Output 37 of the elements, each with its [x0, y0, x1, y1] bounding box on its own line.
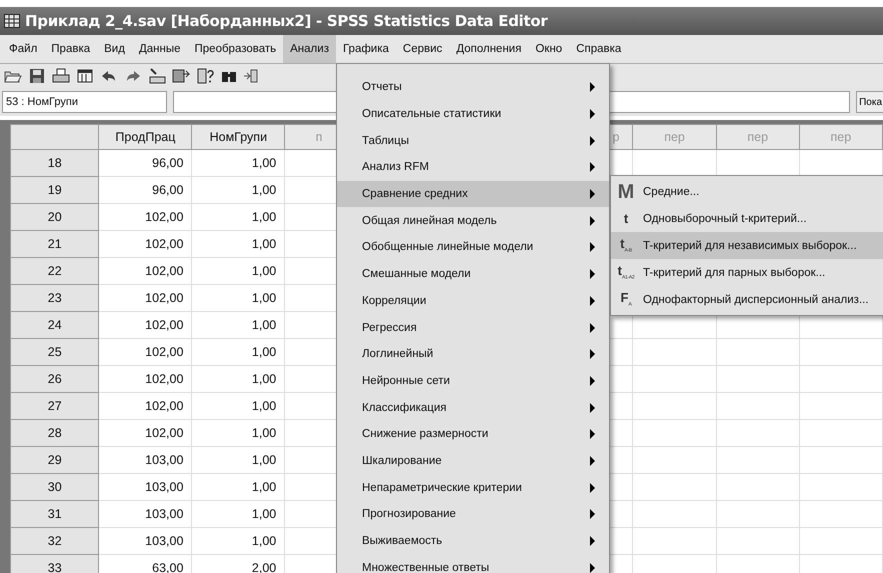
- table-cell: 102,00: [98, 420, 192, 446]
- table-cell: 96,00: [98, 176, 192, 204]
- table-cell: 1,00: [192, 258, 285, 284]
- table-cell: 102,00: [98, 284, 192, 312]
- table-cell: 1,00: [192, 420, 285, 446]
- test-icon: t$_{A1-A2}$: [615, 264, 637, 281]
- table-cell: 102,00: [98, 366, 192, 392]
- table-cell: 1,00: [192, 528, 285, 554]
- table-cell: 102,00: [98, 392, 192, 420]
- cell-label: 53 : НомГрупи: [2, 91, 167, 113]
- table-cell: 1,00: [192, 204, 285, 230]
- table-cell: 102,00: [98, 312, 192, 338]
- table-cell: 1,00: [192, 284, 285, 312]
- table-cell: 1,00: [192, 312, 285, 338]
- test-icon: M: [615, 182, 637, 202]
- test-icon: F$_{A}$: [615, 291, 637, 308]
- table-cell: 102,00: [98, 230, 192, 258]
- table-cell: 102,00: [98, 258, 192, 284]
- window-title: Приклад 2_4.sav [Наборданных2] - SPSS Statistics Data Editor: [25, 12, 548, 30]
- test-icon: t: [615, 212, 637, 225]
- table-cell: 1,00: [192, 230, 285, 258]
- table-cell: 102,00: [98, 338, 192, 366]
- table-cell: 103,00: [98, 500, 192, 528]
- table-cell: 1,00: [192, 150, 285, 176]
- table-cell: 1,00: [192, 176, 285, 204]
- table-cell: 96,00: [98, 150, 192, 176]
- table-cell: 102,00: [98, 204, 192, 230]
- table-cell: 1,00: [192, 392, 285, 420]
- table-cell: 103,00: [98, 528, 192, 554]
- table-cell: 1,00: [192, 446, 285, 474]
- table-cell: 103,00: [98, 446, 192, 474]
- table-cell: 103,00: [98, 474, 192, 500]
- test-icon: t$_{A-B}$: [615, 237, 637, 254]
- table-cell: 1,00: [192, 500, 285, 528]
- table-cell: 1,00: [192, 366, 285, 392]
- table-cell: 1,00: [192, 338, 285, 366]
- table-cell: 1,00: [192, 474, 285, 500]
